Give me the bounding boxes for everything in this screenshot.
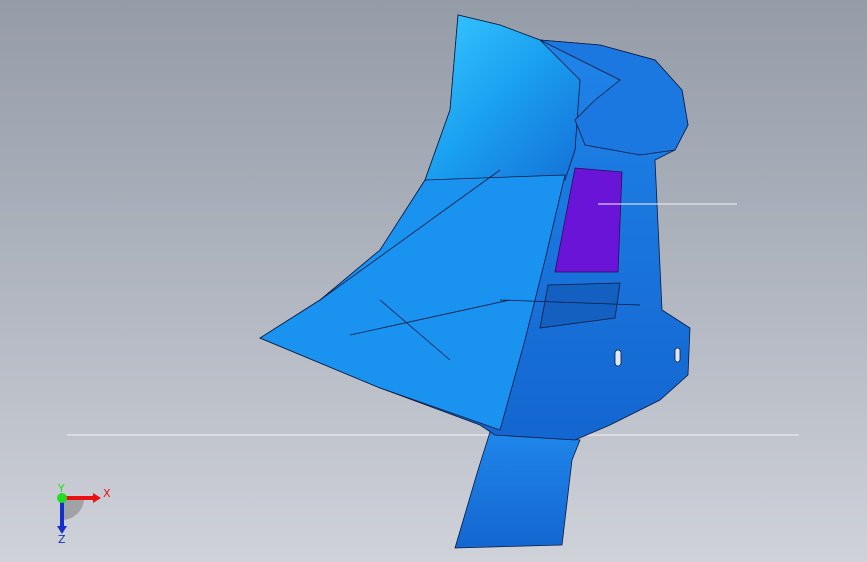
y-axis-label: Y: [57, 484, 65, 495]
model-scene[interactable]: [0, 0, 867, 562]
slot-2: [674, 347, 681, 363]
3d-viewport[interactable]: X Y Z: [0, 0, 867, 562]
slot-1: [614, 349, 622, 367]
lower-leg-face: [454, 431, 581, 549]
upper-curved-face: [424, 14, 581, 181]
x-axis-label: X: [103, 487, 111, 500]
x-axis-arrowhead: [93, 493, 101, 503]
axis-triad: X Y Z: [57, 484, 111, 544]
z-axis-label: Z: [58, 533, 66, 544]
part-body[interactable]: [259, 14, 691, 549]
